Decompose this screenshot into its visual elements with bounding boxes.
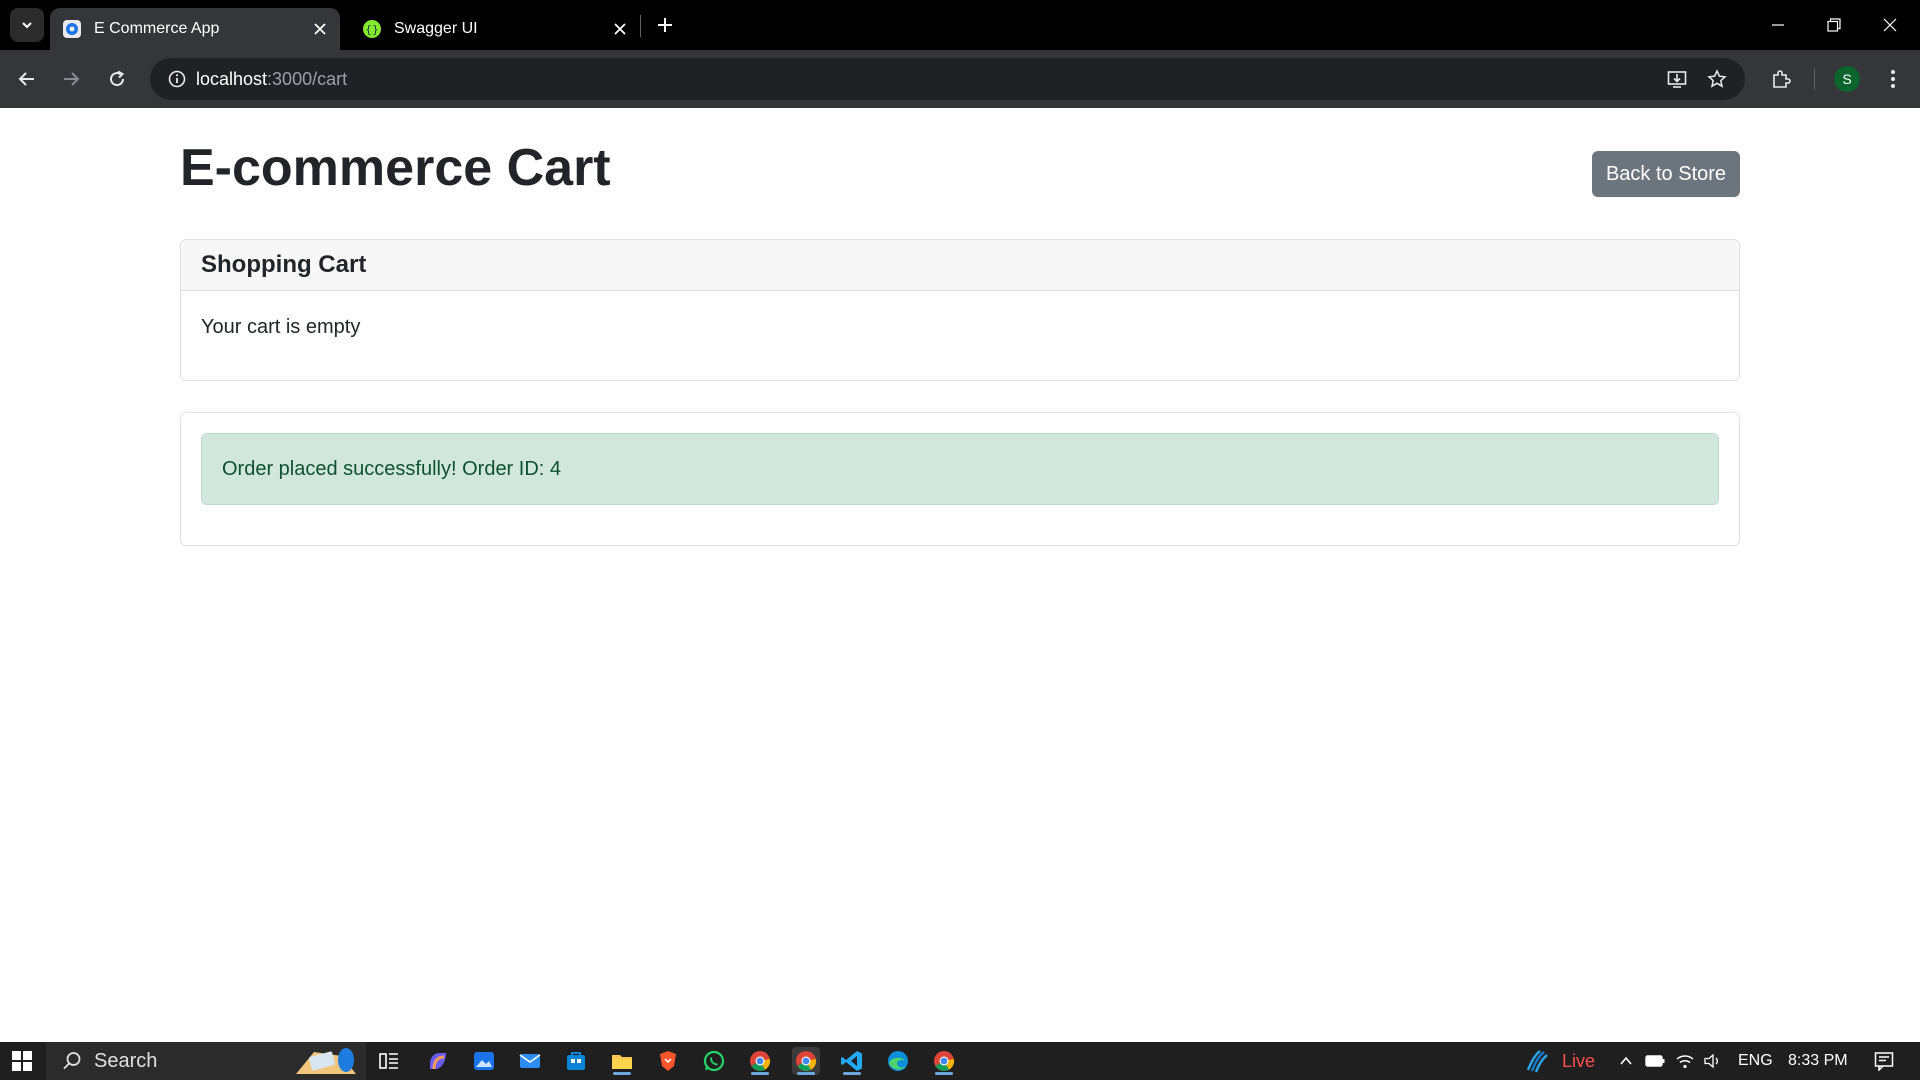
reload-icon <box>110 70 125 87</box>
search-placeholder: Search <box>94 1049 158 1072</box>
plus-icon <box>658 18 672 32</box>
active-app-indicator <box>935 1072 953 1075</box>
vscode-icon[interactable] <box>838 1047 866 1075</box>
battery-icon[interactable] <box>1642 1042 1668 1080</box>
photos-app-icon[interactable] <box>470 1047 498 1075</box>
close-tab-icon[interactable] <box>306 15 334 43</box>
tab-ecommerce-app[interactable]: E Commerce App <box>50 8 340 50</box>
url-host: localhost <box>196 69 268 89</box>
tab-title: Swagger UI <box>394 20 478 37</box>
swagger-favicon-icon: {} <box>363 20 381 38</box>
svg-text:{}: {} <box>365 23 379 36</box>
arrow-right-icon <box>64 72 80 86</box>
reload-button[interactable] <box>100 62 134 96</box>
wifi-icon[interactable] <box>1672 1042 1698 1080</box>
chrome-profile-icon[interactable] <box>930 1047 958 1075</box>
bookmark-star-icon[interactable] <box>1700 62 1734 96</box>
cart-empty-message: Your cart is empty <box>201 316 361 338</box>
install-app-icon[interactable] <box>1660 62 1694 96</box>
brave-browser-icon[interactable] <box>654 1047 682 1075</box>
language-indicator[interactable]: ENG <box>1738 1042 1773 1080</box>
minimize-icon <box>1772 24 1784 26</box>
forward-button[interactable] <box>54 62 88 96</box>
tab-separator <box>640 15 641 37</box>
copilot-icon[interactable] <box>424 1047 452 1075</box>
site-info-icon[interactable] <box>160 62 194 96</box>
tab-title: E Commerce App <box>94 20 220 37</box>
close-icon <box>1883 18 1897 32</box>
chevron-up-icon[interactable] <box>1614 1042 1638 1080</box>
active-app-indicator <box>751 1072 769 1075</box>
tab-search-button[interactable] <box>10 8 44 42</box>
restore-icon <box>1827 18 1841 32</box>
chevron-down-icon <box>22 22 32 29</box>
search-icon <box>63 1052 81 1070</box>
start-button[interactable] <box>0 1042 44 1080</box>
page-content: E-commerce Cart Back to Store Shopping C… <box>0 108 1920 1042</box>
browser-menu-icon[interactable] <box>1876 62 1910 96</box>
close-tab-icon[interactable] <box>606 15 634 43</box>
cart-header: Shopping Cart <box>181 240 1739 291</box>
extensions-icon[interactable] <box>1764 62 1798 96</box>
clock[interactable]: 8:33 PM <box>1788 1042 1848 1080</box>
new-tab-button[interactable] <box>648 8 682 42</box>
shopping-cart-card: Shopping Cart Your cart is empty <box>180 239 1740 381</box>
arrow-left-icon <box>18 72 34 86</box>
close-window-button[interactable] <box>1862 0 1918 50</box>
toolbar-divider <box>1814 68 1815 90</box>
active-app-indicator <box>843 1072 861 1075</box>
order-status-card: Order placed successfully! Order ID: 4 <box>180 412 1740 546</box>
browser-tab-bar: E Commerce App {} Swagger UI <box>0 0 1920 50</box>
windows-taskbar: Search Live ENG 8:33 PM <box>0 1042 1920 1080</box>
notifications-icon[interactable] <box>1864 1042 1904 1080</box>
active-app-indicator <box>613 1072 631 1075</box>
store-app-icon[interactable] <box>562 1047 590 1075</box>
edge-icon[interactable] <box>884 1047 912 1075</box>
chrome-icon[interactable] <box>746 1047 774 1075</box>
volume-icon[interactable] <box>1700 1042 1726 1080</box>
active-app-indicator <box>797 1072 815 1075</box>
back-to-store-button[interactable]: Back to Store <box>1592 151 1740 197</box>
page-title: E-commerce Cart <box>180 139 611 197</box>
address-bar[interactable]: localhost:3000/cart <box>150 58 1745 100</box>
file-explorer-icon[interactable] <box>608 1047 636 1075</box>
profile-avatar[interactable]: S <box>1834 66 1860 92</box>
taskbar-search-box[interactable]: Search <box>46 1042 366 1080</box>
url-path: :3000/cart <box>267 69 348 89</box>
browser-toolbar: localhost:3000/cart S <box>0 50 1920 108</box>
tab-swagger-ui[interactable]: {} Swagger UI <box>350 8 640 50</box>
live-label[interactable]: Live <box>1562 1042 1595 1080</box>
restore-button[interactable] <box>1806 0 1862 50</box>
cricket-live-icon[interactable] <box>1522 1042 1552 1080</box>
chrome-active-icon[interactable] <box>792 1047 820 1075</box>
search-highlight-icon <box>296 1048 356 1074</box>
minimize-button[interactable] <box>1750 0 1806 50</box>
windows-logo-icon <box>12 1051 32 1071</box>
ecommerce-favicon-icon <box>63 20 81 38</box>
mail-app-icon[interactable] <box>516 1047 544 1075</box>
whatsapp-icon[interactable] <box>700 1047 728 1075</box>
order-success-alert: Order placed successfully! Order ID: 4 <box>201 433 1719 505</box>
back-button[interactable] <box>10 62 44 96</box>
url-text[interactable]: localhost:3000/cart <box>196 69 347 90</box>
task-view-icon[interactable] <box>375 1047 403 1075</box>
